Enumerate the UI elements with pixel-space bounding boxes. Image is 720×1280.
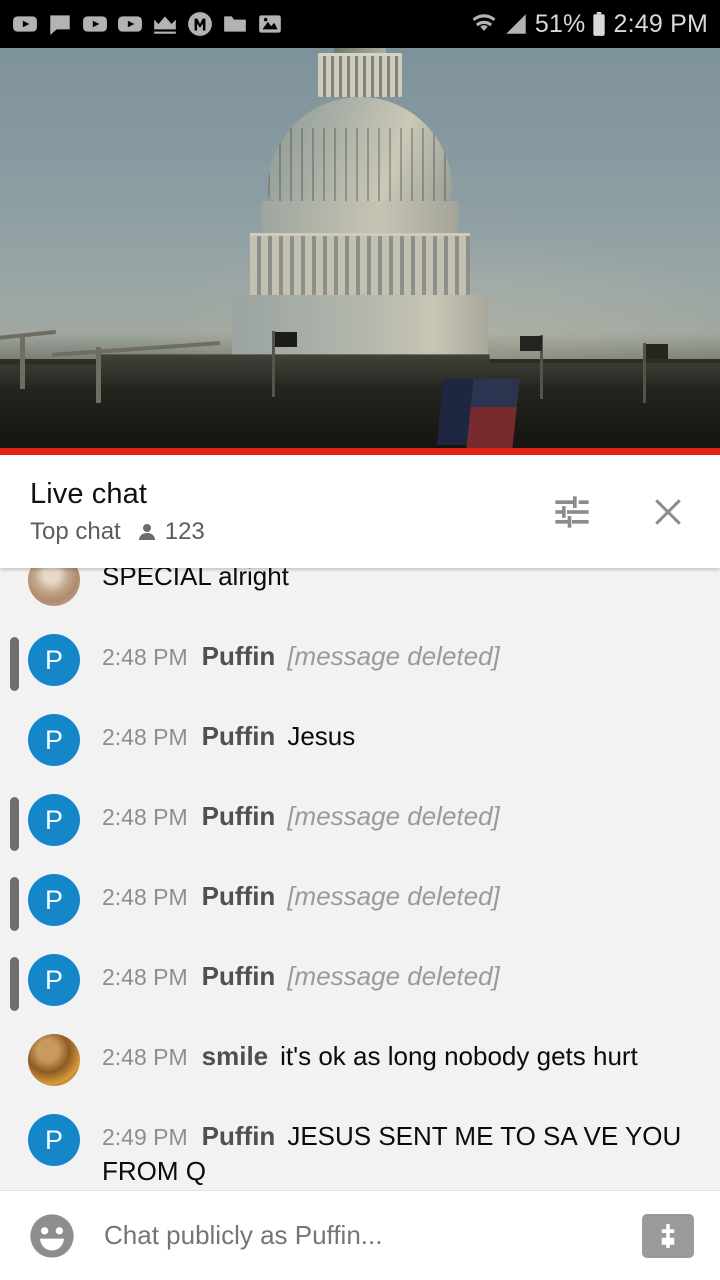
youtube-play-icon <box>118 16 142 32</box>
avatar[interactable]: P <box>28 954 80 1006</box>
avatar[interactable]: P <box>28 1114 80 1166</box>
message-text: Jesus <box>287 721 356 751</box>
chat-message-row[interactable]: 2:48 PM smile it's ok as long nobody gets … <box>0 1020 720 1100</box>
message-timestamp: 2:49 PM <box>102 1124 188 1150</box>
chat-message-row[interactable]: P 2:48 PM Puffin [message deleted] <box>0 780 720 860</box>
avatar[interactable]: P <box>28 874 80 926</box>
message-timestamp: 2:48 PM <box>102 724 188 750</box>
deleted-message-marker <box>10 797 19 851</box>
chat-mode-label[interactable]: Top chat <box>30 518 121 546</box>
chat-message-body: 2:48 PM Puffin [message deleted] <box>102 634 500 674</box>
status-bar: 51% 2:49 PM <box>0 0 720 48</box>
chat-message-row[interactable]: P 2:48 PM Puffin [message deleted] <box>0 620 720 700</box>
chat-message-row[interactable]: P 2:48 PM Puffin [message deleted] <box>0 940 720 1020</box>
status-bar-notification-icons <box>12 11 283 37</box>
close-icon <box>655 498 681 525</box>
avatar[interactable]: P <box>28 714 80 766</box>
capitol-dome-illustration <box>210 48 510 387</box>
chat-bubble-icon <box>50 15 70 35</box>
chat-message-body: 2:48 PM Puffin [message deleted] <box>102 954 500 994</box>
viewer-count: 123 <box>135 518 205 546</box>
tune-icon[interactable] <box>550 490 594 534</box>
m-circle-icon <box>188 12 212 36</box>
avatar[interactable]: P <box>28 634 80 686</box>
message-timestamp: 2:48 PM <box>102 964 188 990</box>
live-chat-titles: Live chat Top chat 123 <box>30 478 205 546</box>
message-author[interactable]: smile <box>202 1041 269 1071</box>
status-bar-system-icons: 51% 2:49 PM <box>471 10 708 39</box>
emoji-button[interactable] <box>26 1210 78 1262</box>
avatar[interactable] <box>28 568 80 606</box>
youtube-play-icon <box>83 16 107 32</box>
construction-crane-mast <box>96 347 101 403</box>
flag-icon <box>646 344 668 359</box>
message-timestamp: 2:48 PM <box>102 804 188 830</box>
super-chat-button[interactable] <box>642 1213 694 1258</box>
clock-label: 2:49 PM <box>613 9 708 38</box>
chat-message-row[interactable]: P 2:48 PM Puffin Jesus <box>0 700 720 780</box>
message-author[interactable]: Puffin <box>202 641 276 671</box>
live-chat-header: Live chat Top chat 123 <box>0 455 720 568</box>
message-author[interactable]: Puffin <box>202 961 276 991</box>
message-timestamp: 2:48 PM <box>102 1044 188 1070</box>
live-chat-message-list[interactable]: SPECIAL alright P 2:48 PM Puffin [message de… <box>0 568 720 1190</box>
tune-icon-glyph <box>555 495 589 528</box>
chat-message-row[interactable]: P 2:49 PM Puffin JESUS SENT ME TO SA VE YOU… <box>0 1100 720 1190</box>
folder-icon <box>224 16 246 32</box>
chat-message-body: 2:48 PM Puffin Jesus <box>102 714 355 754</box>
cell-signal-icon <box>506 14 526 34</box>
deleted-message-text: [message deleted] <box>287 801 500 831</box>
chat-message-body: 2:49 PM Puffin JESUS SENT ME TO SA VE YOU … <box>102 1114 696 1190</box>
avatar[interactable]: P <box>28 794 80 846</box>
message-author[interactable]: Puffin <box>202 721 276 751</box>
deleted-message-marker <box>10 957 19 1011</box>
chat-message-row[interactable]: SPECIAL alright <box>0 568 720 620</box>
chat-input[interactable] <box>104 1220 642 1251</box>
battery-percent-label: 51% <box>534 9 586 38</box>
us-flag-icon <box>466 379 520 449</box>
wifi-icon <box>472 14 496 32</box>
message-author[interactable]: Puffin <box>202 881 276 911</box>
avatar[interactable] <box>28 1034 80 1086</box>
page-title: Live chat <box>30 477 147 510</box>
chat-composer <box>0 1190 720 1280</box>
message-text: it's ok as long nobody gets hurt <box>280 1041 638 1071</box>
emoji-smiley-icon <box>30 1213 74 1258</box>
deleted-message-text: [message deleted] <box>287 641 500 671</box>
message-author[interactable]: Puffin <box>202 1121 276 1151</box>
message-author[interactable]: Puffin <box>202 801 276 831</box>
deleted-message-text: [message deleted] <box>287 961 500 991</box>
message-text: JESUS SENT ME TO SA VE YOU FROM Q <box>102 1121 682 1187</box>
flag-icon <box>520 336 542 351</box>
message-text: SPECIAL alright <box>102 568 289 591</box>
battery-icon <box>593 11 606 36</box>
deleted-message-marker <box>10 637 19 691</box>
live-chat-subheader: Top chat 123 <box>30 518 205 546</box>
close-button[interactable] <box>646 490 690 534</box>
chat-message-body: 2:48 PM smile it's ok as long nobody gets … <box>102 1034 638 1074</box>
person-icon <box>138 523 155 540</box>
chat-message-row[interactable]: P 2:48 PM Puffin [message deleted] <box>0 860 720 940</box>
construction-crane-mast <box>20 335 25 389</box>
deleted-message-text: [message deleted] <box>287 881 500 911</box>
youtube-play-icon <box>13 16 37 32</box>
live-chat-actions <box>550 490 690 534</box>
image-icon <box>259 15 281 33</box>
flag-icon <box>275 332 297 347</box>
chat-message-body: 2:48 PM Puffin [message deleted] <box>102 794 500 834</box>
chat-message-body: SPECIAL alright <box>102 568 289 594</box>
viewer-count-label: 123 <box>164 517 205 545</box>
message-timestamp: 2:48 PM <box>102 884 188 910</box>
video-progress-bar[interactable] <box>0 448 720 455</box>
deleted-message-marker <box>10 877 19 931</box>
crown-icon <box>154 16 176 34</box>
message-timestamp: 2:48 PM <box>102 644 188 670</box>
dollar-icon <box>661 1223 675 1248</box>
video-player[interactable] <box>0 48 720 455</box>
chat-message-body: 2:48 PM Puffin [message deleted] <box>102 874 500 914</box>
